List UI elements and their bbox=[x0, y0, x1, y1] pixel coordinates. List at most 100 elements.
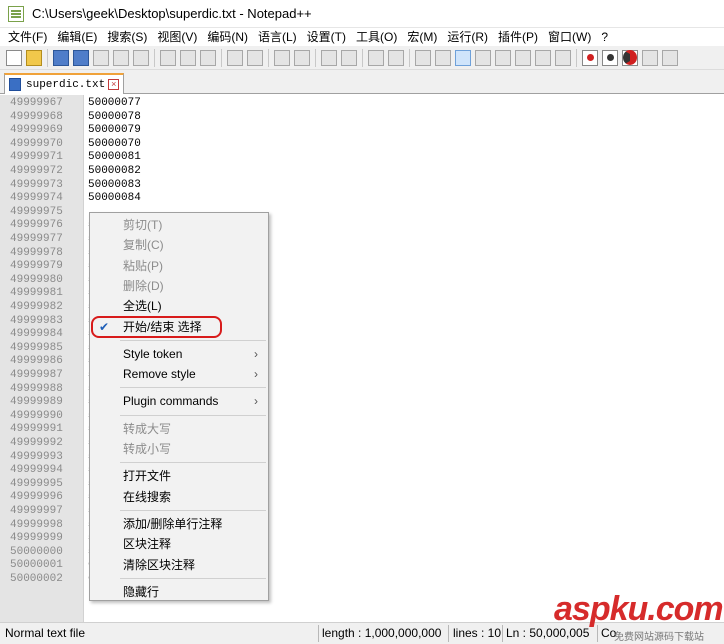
redo-icon[interactable] bbox=[247, 49, 263, 66]
line-number: 49999985 bbox=[10, 341, 63, 354]
context-menu-item: 转成小写 bbox=[90, 439, 268, 459]
zoom-out-icon[interactable] bbox=[341, 49, 357, 66]
menu-item[interactable]: 搜索(S) bbox=[103, 28, 153, 46]
indent-guide-icon[interactable] bbox=[455, 49, 471, 66]
macro-run-multiple-icon[interactable] bbox=[642, 49, 658, 66]
toolbar-separator bbox=[409, 48, 410, 67]
macro-stop-icon[interactable] bbox=[602, 49, 618, 66]
line-number: 49999978 bbox=[10, 246, 63, 259]
macro-play-icon[interactable] bbox=[622, 49, 638, 66]
toolbar bbox=[0, 46, 724, 70]
menu-item[interactable]: 语言(L) bbox=[254, 28, 303, 46]
show-all-chars-icon[interactable] bbox=[435, 49, 451, 66]
monitoring-icon[interactable] bbox=[555, 49, 571, 66]
undo-icon[interactable] bbox=[227, 49, 243, 66]
tab-bar: superdic.txt × bbox=[0, 70, 724, 94]
line-number: 49999976 bbox=[10, 219, 63, 232]
close-tab-icon[interactable]: × bbox=[108, 79, 120, 90]
zoom-in-icon[interactable] bbox=[321, 49, 337, 66]
context-menu-label: 全选(L) bbox=[123, 299, 162, 314]
line-number: 49999995 bbox=[10, 477, 63, 490]
status-position: Ln : 50,000,005 bbox=[506, 626, 590, 640]
menu-item[interactable]: 窗口(W) bbox=[544, 28, 597, 46]
context-menu-item[interactable]: 打开文件 bbox=[90, 466, 268, 486]
word-wrap-icon[interactable] bbox=[415, 49, 431, 66]
line-number: 49999992 bbox=[10, 437, 63, 449]
line-text: 50000079 bbox=[88, 124, 141, 137]
menu-separator bbox=[120, 339, 266, 341]
status-column: Co bbox=[601, 626, 617, 640]
menu-item[interactable]: 工具(O) bbox=[352, 28, 403, 46]
folder-as-workspace-icon[interactable] bbox=[535, 49, 551, 66]
line-number: 49999994 bbox=[10, 464, 63, 477]
menu-item[interactable]: 宏(M) bbox=[403, 28, 443, 46]
tab-superdic[interactable]: superdic.txt × bbox=[4, 73, 125, 94]
context-menu-label: Plugin commands bbox=[123, 394, 219, 409]
tab-label: superdic.txt bbox=[26, 78, 106, 91]
paste-icon[interactable] bbox=[200, 49, 216, 66]
line-number: 49999974 bbox=[10, 192, 63, 205]
function-list-icon[interactable] bbox=[515, 49, 531, 66]
menu-item[interactable]: 编辑(E) bbox=[53, 28, 103, 46]
macro-save-icon[interactable] bbox=[662, 49, 678, 66]
line-number: 49999986 bbox=[10, 355, 63, 368]
status-lines: lines : 10 bbox=[453, 626, 501, 640]
menu-bar: 文件(F) 编辑(E) 搜索(S) 视图(V) 编码(N) 语言(L) 设置(T) 工具(O)… bbox=[0, 28, 724, 46]
menu-item[interactable]: ? bbox=[597, 28, 614, 46]
context-menu-label: 在线搜索 bbox=[123, 489, 172, 504]
open-file-icon[interactable] bbox=[26, 49, 42, 66]
context-menu-item[interactable]: Plugin commands › bbox=[90, 391, 268, 411]
menu-item[interactable]: 运行(R) bbox=[443, 28, 494, 46]
line-number: 50000000 bbox=[10, 545, 63, 558]
line-text: 50000082 bbox=[88, 165, 141, 177]
menu-item[interactable]: 编码(N) bbox=[203, 28, 254, 46]
print-icon[interactable] bbox=[133, 49, 149, 66]
save-icon[interactable] bbox=[53, 49, 69, 66]
close-all-icon[interactable] bbox=[113, 49, 129, 66]
replace-icon[interactable] bbox=[294, 49, 310, 66]
context-menu-item[interactable]: Remove style › bbox=[90, 364, 268, 384]
sync-vertical-icon[interactable] bbox=[368, 49, 384, 66]
save-all-icon[interactable] bbox=[73, 49, 89, 66]
context-menu-label: 区块注释 bbox=[123, 537, 172, 552]
context-menu-item[interactable]: 在线搜索 bbox=[90, 487, 268, 507]
cut-icon[interactable] bbox=[160, 49, 176, 66]
context-menu-item[interactable]: 区块注释 bbox=[90, 534, 268, 554]
context-menu-label: 转成小写 bbox=[123, 442, 172, 456]
line-number: 49999967 bbox=[10, 97, 63, 109]
document-map-icon[interactable] bbox=[495, 49, 511, 66]
close-icon[interactable] bbox=[93, 49, 109, 66]
line-number: 49999987 bbox=[10, 369, 63, 381]
toolbar-separator bbox=[576, 48, 577, 67]
status-file-type: Normal text file bbox=[5, 626, 86, 640]
toolbar-separator bbox=[362, 48, 363, 67]
context-menu-item: 粘贴(P) bbox=[90, 256, 268, 276]
menu-item[interactable]: 文件(F) bbox=[4, 28, 53, 46]
context-menu-item[interactable]: 清除区块注释 bbox=[90, 555, 268, 575]
find-icon[interactable] bbox=[274, 49, 290, 66]
macro-record-icon[interactable] bbox=[582, 49, 598, 66]
context-menu-item[interactable]: 全选(L) bbox=[90, 296, 268, 316]
line-text: 50000083 bbox=[88, 178, 141, 191]
context-menu-item[interactable]: Style token › bbox=[90, 344, 268, 364]
sync-horizontal-icon[interactable] bbox=[388, 49, 404, 66]
user-language-icon[interactable] bbox=[475, 49, 491, 66]
context-menu-item[interactable]: 隐藏行 bbox=[90, 582, 268, 602]
menu-separator bbox=[120, 387, 266, 389]
line-number: 49999979 bbox=[10, 260, 63, 273]
copy-icon[interactable] bbox=[180, 49, 196, 66]
toolbar-separator bbox=[221, 48, 222, 67]
line-number: 49999971 bbox=[10, 151, 63, 164]
menu-item[interactable]: 视图(V) bbox=[153, 28, 203, 46]
context-menu-item[interactable]: 添加/删除单行注释 bbox=[90, 514, 268, 534]
menu-item[interactable]: 设置(T) bbox=[303, 28, 352, 46]
line-text: 50000077 bbox=[88, 97, 141, 109]
line-number: 49999968 bbox=[10, 110, 63, 123]
new-file-icon[interactable] bbox=[6, 49, 22, 66]
menu-item[interactable]: 插件(P) bbox=[494, 28, 544, 46]
line-number: 49999996 bbox=[10, 491, 63, 504]
line-number: 50000002 bbox=[10, 573, 63, 585]
status-divider bbox=[448, 625, 449, 642]
context-menu-item: 剪切(T) bbox=[90, 215, 268, 235]
status-divider bbox=[318, 625, 319, 642]
